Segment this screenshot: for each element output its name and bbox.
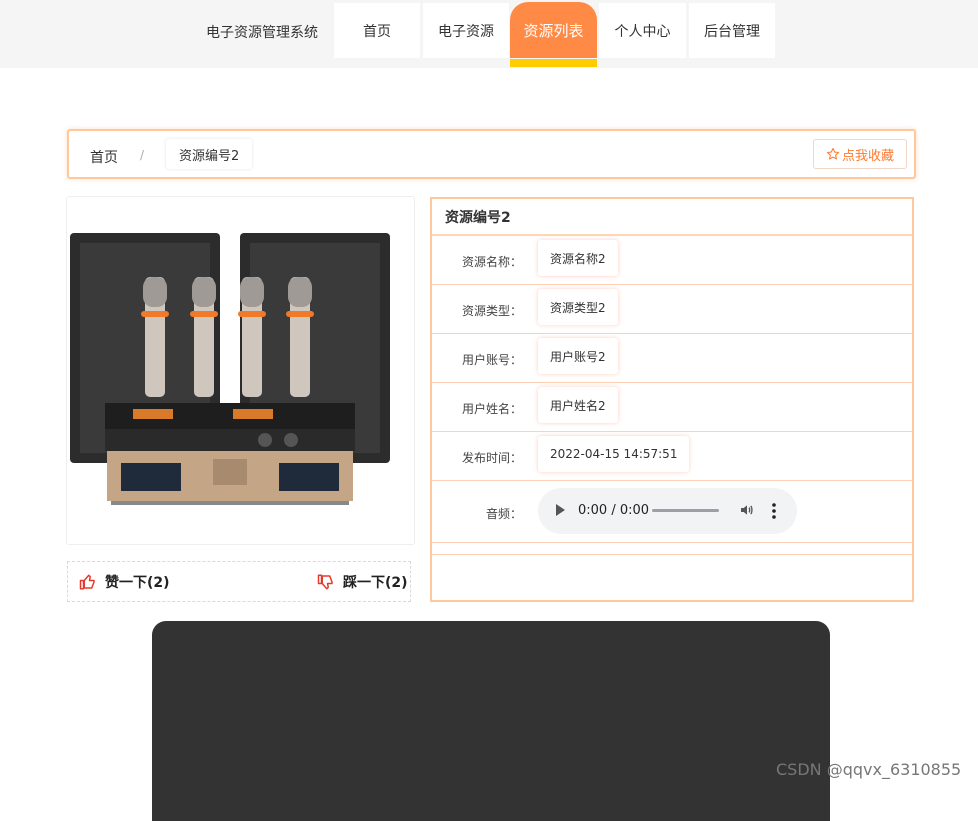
divider bbox=[432, 554, 912, 555]
thumbs-up-icon bbox=[79, 574, 95, 590]
audio-time: 0:00 / 0:00 bbox=[578, 503, 650, 518]
breadcrumb: 首页 / 资源编号2 点我收藏 bbox=[67, 129, 916, 179]
breadcrumb-separator: / bbox=[140, 148, 145, 162]
row-label: 音频： bbox=[485, 507, 522, 521]
favorite-button[interactable]: 点我收藏 bbox=[813, 139, 907, 169]
details-title: 资源编号2 bbox=[432, 199, 912, 236]
audio-player[interactable]: 0:00 / 0:00 bbox=[538, 488, 797, 534]
detail-row-type: 资源类型： 资源类型2 bbox=[432, 285, 912, 334]
star-icon bbox=[826, 147, 840, 160]
nav-active-indicator bbox=[510, 59, 597, 67]
dislike-button[interactable]: 踩一下(2) bbox=[317, 572, 408, 592]
volume-icon[interactable] bbox=[739, 502, 755, 518]
resource-details: 资源编号2 资源名称： 资源名称2 资源类型： 资源类型2 用户账号： 用户账号… bbox=[430, 197, 914, 602]
breadcrumb-home[interactable]: 首页 bbox=[90, 147, 118, 167]
play-icon[interactable] bbox=[556, 504, 565, 516]
row-value: 用户姓名2 bbox=[538, 387, 618, 423]
site-title: 电子资源管理系统 bbox=[206, 25, 318, 41]
row-label: 发布时间： bbox=[461, 451, 522, 465]
row-label: 资源类型： bbox=[461, 304, 522, 318]
detail-row-audio: 音频： 0:00 / 0:00 bbox=[432, 481, 912, 543]
like-button[interactable]: 赞一下(2) bbox=[79, 572, 170, 592]
nav-home[interactable]: 首页 bbox=[334, 3, 420, 58]
nav-admin[interactable]: 后台管理 bbox=[689, 3, 775, 58]
detail-row-account: 用户账号： 用户账号2 bbox=[432, 334, 912, 383]
nav-personal-center[interactable]: 个人中心 bbox=[599, 3, 686, 58]
resource-image bbox=[66, 196, 415, 545]
detail-row-publish-time: 发布时间： 2022-04-15 14:57:51 bbox=[432, 432, 912, 481]
footer-dark-panel bbox=[152, 621, 830, 821]
speaker-system-illustration bbox=[67, 197, 414, 544]
like-label: 赞一下(2) bbox=[105, 575, 170, 591]
detail-row-username: 用户姓名： 用户姓名2 bbox=[432, 383, 912, 432]
row-label: 用户账号： bbox=[461, 353, 522, 367]
row-value: 资源名称2 bbox=[538, 240, 618, 276]
row-value: 资源类型2 bbox=[538, 289, 618, 325]
row-label: 资源名称： bbox=[461, 255, 522, 269]
more-options-icon[interactable] bbox=[772, 502, 776, 520]
thumbs-down-icon bbox=[317, 574, 333, 590]
vote-bar: 赞一下(2) 踩一下(2) bbox=[67, 561, 411, 602]
top-header: 电子资源管理系统 首页 电子资源 资源列表 个人中心 后台管理 bbox=[0, 0, 978, 68]
row-label: 用户姓名： bbox=[461, 402, 522, 416]
detail-row-name: 资源名称： 资源名称2 bbox=[432, 236, 912, 285]
dislike-label: 踩一下(2) bbox=[343, 575, 408, 591]
nav-resource-list[interactable]: 资源列表 bbox=[510, 2, 597, 58]
favorite-label: 点我收藏 bbox=[841, 148, 894, 164]
breadcrumb-current: 资源编号2 bbox=[166, 139, 252, 169]
nav-e-resources[interactable]: 电子资源 bbox=[423, 3, 509, 58]
row-value: 2022-04-15 14:57:51 bbox=[538, 436, 690, 472]
row-value: 用户账号2 bbox=[538, 338, 618, 374]
watermark: CSDN @qqvx_6310855 bbox=[776, 760, 962, 779]
audio-progress-track[interactable] bbox=[652, 509, 719, 512]
